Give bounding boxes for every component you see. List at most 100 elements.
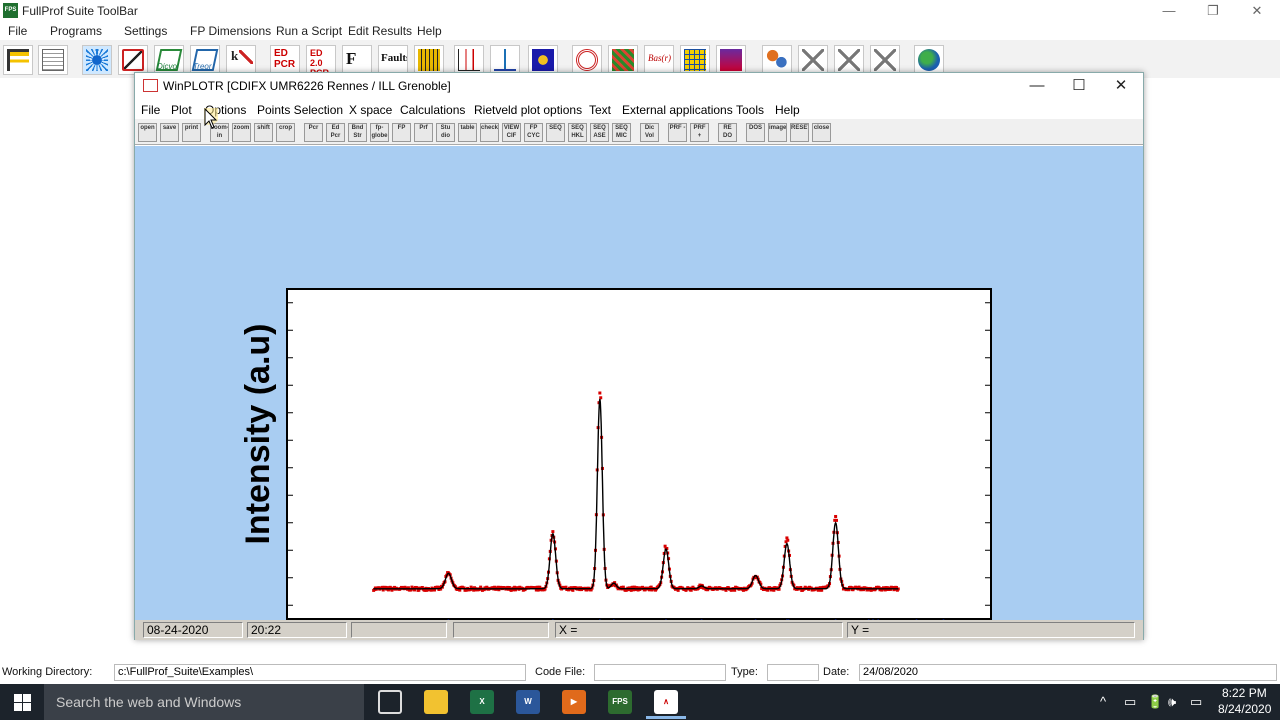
wp-menu-external-applications[interactable]: External applications <box>622 103 733 117</box>
type-field[interactable] <box>767 664 819 681</box>
wp-tool-seq-ase[interactable]: SEQ ASE <box>590 123 609 142</box>
winplotr-maximize-button[interactable]: ☐ <box>1057 73 1101 99</box>
tool-1-button[interactable] <box>798 45 828 75</box>
wp-tool-stu-dio[interactable]: Stu dio <box>436 123 455 142</box>
winplotr-task-icon[interactable]: ∧ <box>654 690 678 714</box>
wp-tool-view-cif[interactable]: VIEW CIF <box>502 123 521 142</box>
wp-tool-dos[interactable]: DOS <box>746 123 765 142</box>
wp-tool-open[interactable]: open <box>138 123 157 142</box>
outer-minimize-button[interactable]: — <box>1146 0 1192 22</box>
wp-menu-calculations[interactable]: Calculations <box>400 103 465 117</box>
wp-menu-tools[interactable]: Tools <box>736 103 764 117</box>
k-search-button[interactable]: k <box>226 45 256 75</box>
wp-tool-fp[interactable]: FP <box>392 123 411 142</box>
file-explorer-icon[interactable] <box>424 690 448 714</box>
wp-tool-close[interactable]: close <box>812 123 831 142</box>
menu-help[interactable]: Help <box>417 24 442 38</box>
wp-tool-fp-globe[interactable]: fp-globe <box>370 123 389 142</box>
rietveld-map-button[interactable] <box>608 45 638 75</box>
winplotr-button[interactable] <box>454 45 484 75</box>
tool-2-button[interactable] <box>834 45 864 75</box>
wp-tool-prf-[interactable]: PRF + <box>690 123 709 142</box>
wp-tool-table[interactable]: table <box>458 123 477 142</box>
checkgroup-button[interactable] <box>118 45 148 75</box>
winplotr-close-button[interactable]: ✕ <box>1099 73 1143 99</box>
wp-tool-prf-[interactable]: PRF - <box>668 123 687 142</box>
word-icon[interactable]: W <box>516 690 540 714</box>
tool-3-button[interactable] <box>870 45 900 75</box>
wp-tool-seq[interactable]: SEQ <box>546 123 565 142</box>
dicvol-button[interactable]: Dicvol <box>154 45 184 75</box>
wp-tool-seq-hkl[interactable]: SEQ HKL <box>568 123 587 142</box>
fullprof-button[interactable] <box>82 45 112 75</box>
wp-tool-zoom[interactable]: zoom <box>232 123 251 142</box>
bond-str-button[interactable] <box>528 45 558 75</box>
gfourier-button[interactable] <box>414 45 444 75</box>
wp-tool-check[interactable]: check <box>480 123 499 142</box>
tray-volume-icon[interactable]: 🕪 <box>1168 694 1176 710</box>
winplotr-2000-button[interactable] <box>490 45 520 75</box>
menu-file[interactable]: File <box>8 24 27 38</box>
tray-overflow-icon[interactable]: ^ <box>1100 694 1106 709</box>
wp-menu-plot[interactable]: Plot <box>171 103 192 117</box>
wp-tool-reset[interactable]: RESET <box>790 123 809 142</box>
fps-toolbar-icon[interactable]: FPS <box>608 690 632 714</box>
wp-tool-prf[interactable]: Prf <box>414 123 433 142</box>
ed-pcr-2-button[interactable]: ED 2.0 PCR <box>306 45 336 75</box>
outer-close-button[interactable]: ✕ <box>1234 0 1280 22</box>
menu-fp-dimensions[interactable]: FP Dimensions <box>190 24 271 38</box>
cells-button[interactable] <box>680 45 710 75</box>
menu-settings[interactable]: Settings <box>124 24 167 38</box>
wp-tool-re-do[interactable]: RE DO <box>718 123 737 142</box>
plot-area[interactable]: 01020304050607080Intensity (a.u) <box>135 146 1143 620</box>
diffraction-plot[interactable]: 01020304050607080Intensity (a.u) <box>135 146 1143 620</box>
wp-tool-bnd-str[interactable]: Bnd Str <box>348 123 367 142</box>
date-field[interactable]: 24/08/2020 <box>859 664 1277 681</box>
sequence-editor-button[interactable] <box>3 45 33 75</box>
faults-button[interactable]: Faults <box>378 45 408 75</box>
wp-tool-ed-pcr[interactable]: Ed Pcr <box>326 123 345 142</box>
code-file-field[interactable] <box>594 664 726 681</box>
status-date: 08-24-2020 <box>143 622 243 638</box>
wp-tool-image[interactable]: image <box>768 123 787 142</box>
wp-menu-rietveld-plot-options[interactable]: Rietveld plot options <box>474 103 582 117</box>
mathbasis-button[interactable] <box>716 45 746 75</box>
taskbar-search-box[interactable]: Search the web and Windows <box>44 684 364 720</box>
wp-menu-text[interactable]: Text <box>589 103 611 117</box>
winplotr-minimize-button[interactable]: — <box>1015 73 1059 99</box>
wp-menu-points-selection[interactable]: Points Selection <box>257 103 343 117</box>
vlc-icon[interactable]: ▶ <box>562 690 586 714</box>
working-dir-field[interactable]: c:\FullProf_Suite\Examples\ <box>114 664 526 681</box>
task-view-icon[interactable] <box>378 690 402 714</box>
excel-icon[interactable]: X <box>470 690 494 714</box>
wp-tool-shift[interactable]: shift <box>254 123 273 142</box>
ed-pcr-button[interactable]: ED PCR <box>270 45 300 75</box>
fullprof-studio-button[interactable]: F <box>342 45 372 75</box>
tray-battery-icon[interactable]: 🔋 <box>1147 694 1163 710</box>
treor-button[interactable]: Treor <box>190 45 220 75</box>
menu-run-script[interactable]: Run a Script <box>276 24 342 38</box>
clock-date[interactable]: 8/24/2020 <box>1218 702 1271 716</box>
wp-menu-file[interactable]: File <box>141 103 160 117</box>
wp-tool-fp-cyc[interactable]: FP CYC <box>524 123 543 142</box>
bas-ireps-button[interactable]: Bas(r) <box>644 45 674 75</box>
wp-menu-help[interactable]: Help <box>775 103 800 117</box>
clock-time[interactable]: 8:22 PM <box>1222 686 1267 700</box>
wp-tool-seq-mic[interactable]: SEQ MIC <box>612 123 631 142</box>
menu-programs[interactable]: Programs <box>50 24 102 38</box>
wp-tool-save[interactable]: save <box>160 123 179 142</box>
windows-start-icon[interactable] <box>14 694 31 711</box>
menu-edit-results[interactable]: Edit Results <box>348 24 412 38</box>
tray-network-icon[interactable]: ▭ <box>1124 694 1136 710</box>
wp-tool-pcr[interactable]: Pcr <box>304 123 323 142</box>
wp-tool-print[interactable]: print <box>182 123 201 142</box>
outer-restore-button[interactable]: ❐ <box>1190 0 1236 22</box>
wp-tool-dic-vol[interactable]: Dic Vol <box>640 123 659 142</box>
tray-keyboard-icon[interactable]: ▭ <box>1190 694 1202 710</box>
wp-menu-x-space[interactable]: X space <box>349 103 392 117</box>
text-editor-button[interactable] <box>38 45 68 75</box>
wp-tool-crop[interactable]: crop <box>276 123 295 142</box>
supercell-button[interactable] <box>572 45 602 75</box>
nematic-button[interactable] <box>762 45 792 75</box>
internet-button[interactable] <box>914 45 944 75</box>
